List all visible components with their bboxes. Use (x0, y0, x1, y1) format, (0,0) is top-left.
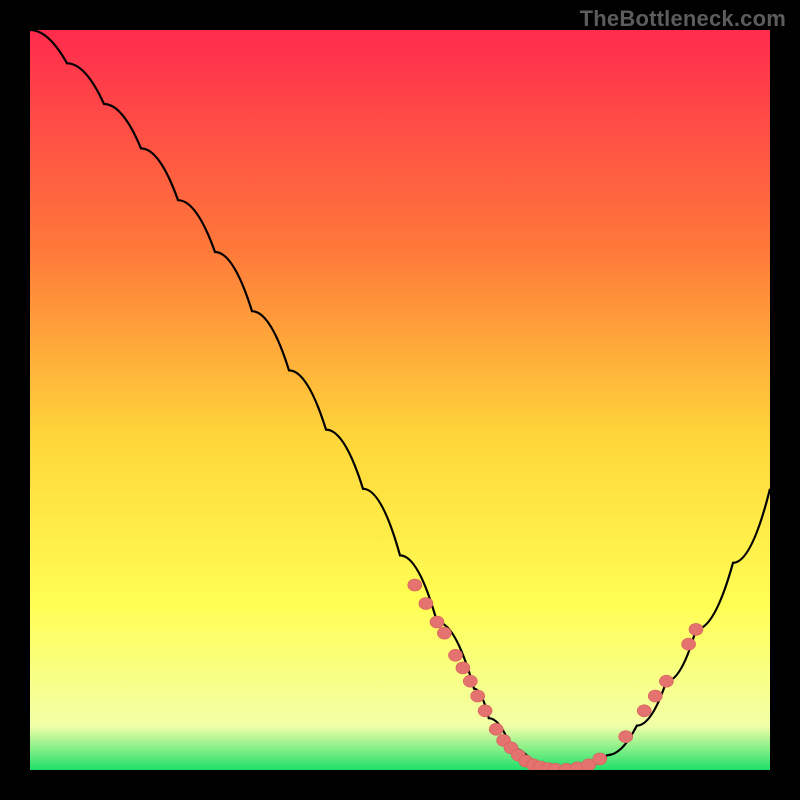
curve-dot (471, 690, 485, 702)
curve-dot (659, 675, 673, 687)
curve-dot (449, 649, 463, 661)
curve-dot (489, 723, 503, 735)
curve-dot (689, 623, 703, 635)
curve-dot (419, 598, 433, 610)
curve-dot (637, 705, 651, 717)
plot-area (30, 30, 770, 770)
curve-dot (619, 731, 633, 743)
curve-dot (682, 638, 696, 650)
curve-dot (430, 616, 444, 628)
curve-dot (648, 690, 662, 702)
chart-container: TheBottleneck.com (0, 0, 800, 800)
chart-svg (30, 30, 770, 770)
curve-dot (478, 705, 492, 717)
curve-dot (593, 753, 607, 765)
curve-dot (456, 662, 470, 674)
gradient-background (30, 30, 770, 770)
watermark-text: TheBottleneck.com (580, 6, 786, 32)
curve-dot (437, 627, 451, 639)
curve-dot (463, 675, 477, 687)
curve-dot (408, 579, 422, 591)
